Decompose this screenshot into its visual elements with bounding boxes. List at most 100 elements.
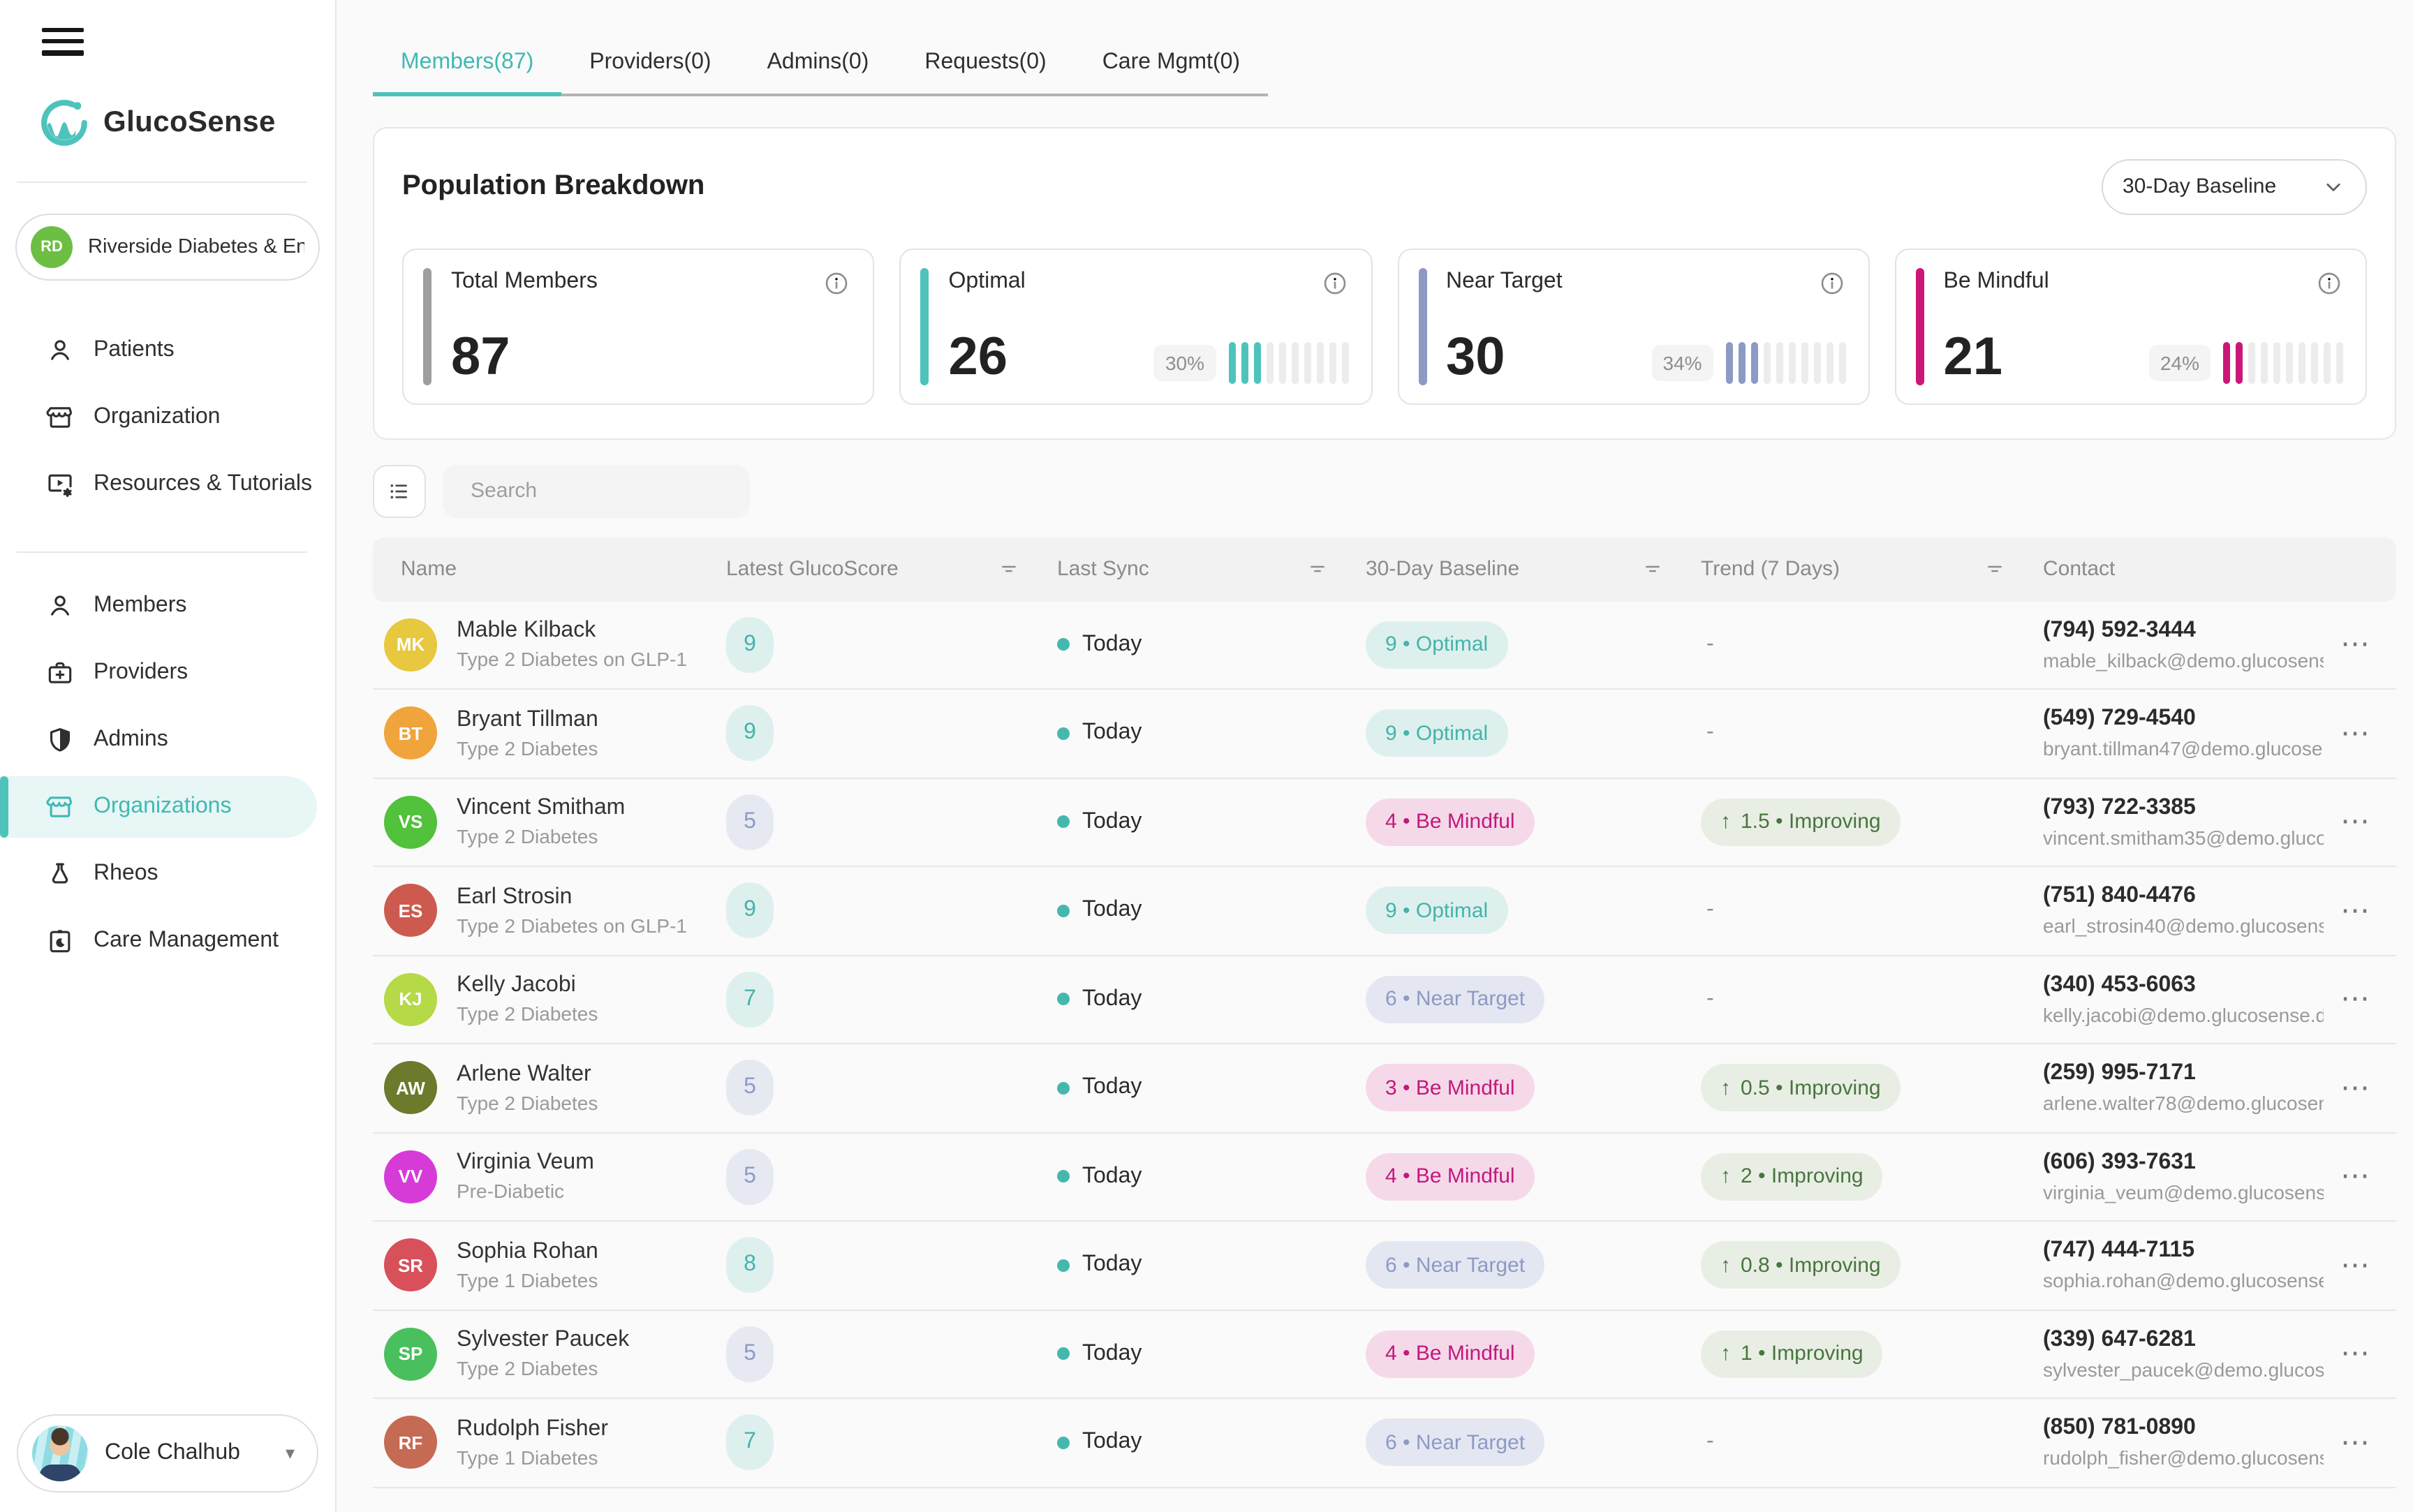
sync-status-dot <box>1057 639 1070 651</box>
baseline-range-select[interactable]: 30-Day Baseline <box>2102 158 2367 214</box>
more-actions-icon[interactable]: ⋯ <box>2335 891 2375 931</box>
member-email: earl_strosin40@demo.glucosense.… <box>2043 915 2324 937</box>
storefront-icon <box>45 401 75 432</box>
table-body: MKMable KilbackType 2 Diabetes on GLP-19… <box>373 601 2396 1488</box>
glucoscore-pill: 9 <box>726 617 774 673</box>
filter-icon[interactable] <box>1983 557 2007 581</box>
member-email: sylvester_paucek@demo.glucosen… <box>2043 1358 2324 1381</box>
tab-providers-0[interactable]: Providers(0) <box>561 36 739 96</box>
stat-label: Near Target <box>1446 269 1563 294</box>
glucoscore-pill: 7 <box>726 1415 774 1471</box>
sidebar-item-resources-tutorials[interactable]: Resources & Tutorials <box>0 453 317 514</box>
baseline-badge: 9 • Optimal <box>1366 621 1507 669</box>
more-actions-icon[interactable]: ⋯ <box>2335 1068 2375 1109</box>
member-name: Virginia Veum <box>457 1151 594 1176</box>
member-email: vincent.smitham35@demo.glucos… <box>2043 827 2324 849</box>
table-row-bryant-tillman[interactable]: BTBryant TillmanType 2 Diabetes9Today9 •… <box>373 690 2396 778</box>
person-icon <box>45 334 75 365</box>
table-row-arlene-walter[interactable]: AWArlene WalterType 2 Diabetes5Today3 • … <box>373 1044 2396 1133</box>
app: GlucoSense RD Riverside Diabetes & En Pa… <box>0 0 2413 1512</box>
arrow-up-icon: ↑ <box>1720 1342 1731 1366</box>
table-row-virginia-veum[interactable]: VVVirginia VeumPre-Diabetic5Today4 • Be … <box>373 1133 2396 1222</box>
more-actions-icon[interactable]: ⋯ <box>2335 979 2375 1020</box>
stat-cards: Total Members87Optimal2630%Near Target30… <box>402 248 2367 404</box>
filter-icon[interactable] <box>1641 557 1665 581</box>
table-row-sophia-rohan[interactable]: SRSophia RohanType 1 Diabetes8Today6 • N… <box>373 1222 2396 1310</box>
sidebar-item-patients[interactable]: Patients <box>0 319 317 380</box>
filter-icon[interactable] <box>997 557 1021 581</box>
no-trend-dash: - <box>1701 721 1714 745</box>
more-actions-icon[interactable]: ⋯ <box>2335 713 2375 754</box>
more-actions-icon[interactable]: ⋯ <box>2335 625 2375 665</box>
user-menu[interactable]: Cole Chalhub ▾ <box>17 1414 318 1492</box>
baseline-badge: 4 • Be Mindful <box>1366 1331 1535 1378</box>
glucoscore-pill: 8 <box>726 1238 774 1294</box>
table-row-sylvester-paucek[interactable]: SPSylvester PaucekType 2 Diabetes5Today4… <box>373 1310 2396 1399</box>
segment-bars <box>2223 341 2343 383</box>
column-header-30-day-baseline: 30-Day Baseline <box>1366 557 1701 581</box>
stat-accent-bar <box>423 267 431 385</box>
table-row-vincent-smitham[interactable]: VSVincent SmithamType 2 Diabetes5Today4 … <box>373 778 2396 867</box>
list-view-button[interactable] <box>373 464 426 517</box>
table-row-mable-kilback[interactable]: MKMable KilbackType 2 Diabetes on GLP-19… <box>373 601 2396 690</box>
sidebar-item-admins[interactable]: Admins <box>0 709 317 770</box>
main-content: Members(87)Providers(0)Admins(0)Requests… <box>337 0 2413 1512</box>
stat-card-total-members: Total Members87 <box>402 248 875 404</box>
sidebar-item-care-management[interactable]: Care Management <box>0 910 317 971</box>
video-tutorial-icon <box>45 468 75 499</box>
medical-bag-icon <box>45 657 75 688</box>
sidebar-item-label: Members <box>94 593 186 618</box>
info-icon[interactable] <box>1818 269 1846 297</box>
user-name: Cole Chalhub <box>105 1441 240 1466</box>
tab-admins-0[interactable]: Admins(0) <box>739 36 897 96</box>
member-name: Vincent Smitham <box>457 796 625 822</box>
sync-status-dot <box>1057 727 1070 740</box>
info-icon[interactable] <box>2315 269 2343 297</box>
more-actions-icon[interactable]: ⋯ <box>2335 1157 2375 1197</box>
sync-status-dot <box>1057 1437 1070 1449</box>
avatar: VV <box>384 1150 437 1203</box>
table-row-earl-strosin[interactable]: ESEarl StrosinType 2 Diabetes on GLP-19T… <box>373 867 2396 956</box>
search-input[interactable] <box>471 479 748 503</box>
sidebar-item-providers[interactable]: Providers <box>0 642 317 703</box>
member-phone: (339) 647-6281 <box>2043 1328 2324 1353</box>
org-selector[interactable]: RD Riverside Diabetes & En <box>15 213 320 280</box>
chevron-down-icon <box>2321 174 2346 199</box>
info-icon[interactable] <box>823 269 851 297</box>
sidebar-item-rheos[interactable]: Rheos <box>0 843 317 904</box>
menu-button[interactable] <box>42 28 84 55</box>
more-actions-icon[interactable]: ⋯ <box>2335 1245 2375 1286</box>
sidebar-nav-primary: PatientsOrganizationResources & Tutorial… <box>0 316 335 517</box>
avatar: SR <box>384 1239 437 1292</box>
tab-requests-0[interactable]: Requests(0) <box>896 36 1074 96</box>
stat-accent-bar <box>1916 267 1924 385</box>
table-row-kelly-jacobi[interactable]: KJKelly JacobiType 2 Diabetes7Today6 • N… <box>373 956 2396 1044</box>
column-header-trend-7-days: Trend (7 Days) <box>1701 557 2043 581</box>
stat-label: Total Members <box>451 269 598 294</box>
member-email: sophia.rohan@demo.glucosense.d… <box>2043 1270 2324 1292</box>
clipboard-icon <box>45 925 75 956</box>
tab-care-mgmt-0[interactable]: Care Mgmt(0) <box>1075 36 1268 96</box>
more-actions-icon[interactable]: ⋯ <box>2335 1334 2375 1374</box>
list-view-icon <box>385 477 413 505</box>
member-phone: (747) 444-7115 <box>2043 1239 2324 1264</box>
baseline-badge: 3 • Be Mindful <box>1366 1065 1535 1112</box>
percent-chip: 30% <box>1154 344 1216 380</box>
tab-members-87[interactable]: Members(87) <box>373 36 561 96</box>
table-row-rudolph-fisher[interactable]: RFRudolph FisherType 1 Diabetes7Today6 •… <box>373 1399 2396 1488</box>
more-actions-icon[interactable]: ⋯ <box>2335 1423 2375 1463</box>
search-field <box>443 464 750 517</box>
filter-icon[interactable] <box>1306 557 1329 581</box>
sidebar-item-organization[interactable]: Organization <box>0 386 317 447</box>
stat-label: Optimal <box>949 269 1026 294</box>
info-icon[interactable] <box>1320 269 1348 297</box>
stat-percent-viz: 30% <box>1154 341 1348 383</box>
member-phone: (259) 995-7171 <box>2043 1062 2324 1087</box>
sidebar-item-members[interactable]: Members <box>0 575 317 636</box>
sidebar-item-organizations[interactable]: Organizations <box>0 776 317 837</box>
more-actions-icon[interactable]: ⋯ <box>2335 802 2375 843</box>
last-sync: Today <box>1057 1342 1366 1367</box>
stat-card-be-mindful: Be Mindful2124% <box>1895 248 2368 404</box>
member-phone: (850) 781-0890 <box>2043 1416 2324 1441</box>
baseline-badge: 6 • Near Target <box>1366 1242 1544 1289</box>
